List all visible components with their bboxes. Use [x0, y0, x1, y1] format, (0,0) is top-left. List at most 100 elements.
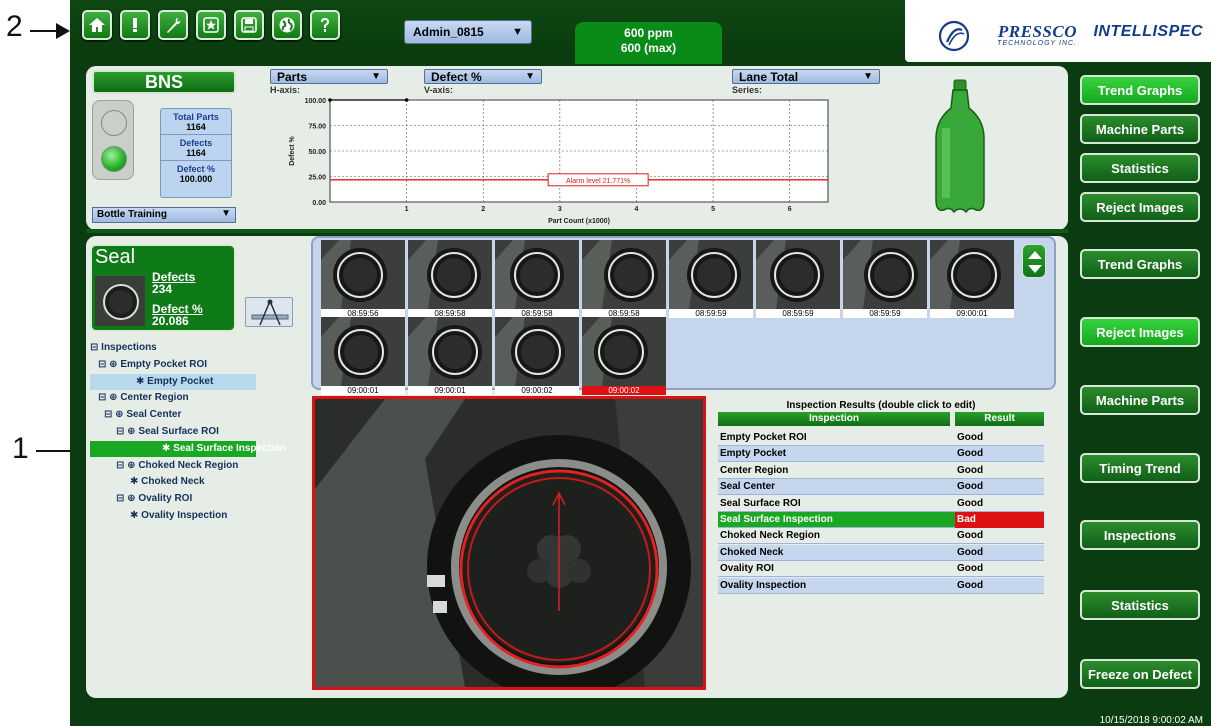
menu-timing-trend-button[interactable]: Timing Trend [1080, 453, 1200, 483]
callout-1: 1 [12, 432, 29, 465]
results-row[interactable]: Choked Neck Region Good [718, 528, 1044, 545]
results-result-cell: Good [957, 579, 984, 591]
inspection-star-icon: ✱ [136, 375, 148, 387]
training-dropdown-value: Bottle Training [97, 209, 167, 220]
callout-2-arrowhead [56, 23, 70, 39]
menu-reject-images-button[interactable]: Reject Images [1080, 317, 1200, 347]
menu-statistics-button[interactable]: Statistics [1080, 153, 1200, 183]
tree-item[interactable]: ⊟ ⊕ Seal Center [104, 407, 181, 423]
bottle-neck-image-icon [930, 240, 1014, 309]
menu-reject-images-button[interactable]: Reject Images [1080, 192, 1200, 222]
menu-freeze-on-defect-button[interactable]: Freeze on Defect [1080, 659, 1200, 689]
reject-thumbnail[interactable]: 08:59:59 [669, 240, 753, 318]
tree-item[interactable]: ✱ Choked Neck [130, 474, 205, 490]
results-inspection-cell: Empty Pocket [720, 448, 787, 460]
chart-y-tick-label: 100.00 [305, 98, 327, 105]
reject-thumbnail[interactable]: 09:00:02 [495, 317, 579, 395]
inspection-image[interactable] [312, 396, 706, 690]
bottle-neck-image-icon [582, 317, 666, 386]
tree-item-label: Empty Pocket ROI [120, 358, 208, 370]
series-dropdown[interactable]: Lane Total ▼ [732, 69, 880, 84]
reject-thumbnail[interactable]: 08:59:56 [321, 240, 405, 318]
reject-thumbnail[interactable]: 08:59:58 [495, 240, 579, 318]
bottle-neck-image-icon [321, 240, 405, 309]
tree-item-label: Seal Surface ROI [138, 426, 219, 437]
defect-pct-value: 100.000 [179, 174, 213, 184]
bns-stats: Total Parts 1164 Defects 1164 Defect % 1… [160, 108, 232, 198]
user-dropdown[interactable]: Admin_0815 ▼ [404, 20, 532, 44]
menu-statistics-button[interactable]: Statistics [1080, 590, 1200, 620]
star-icon [203, 17, 219, 33]
results-result-cell: Good [957, 481, 984, 493]
save-button[interactable] [234, 10, 264, 40]
reject-thumbnail[interactable]: 08:59:58 [582, 240, 666, 318]
results-row[interactable]: Ovality ROI Good [718, 561, 1044, 578]
results-row[interactable]: Seal Center Good [718, 479, 1044, 496]
chart-x-tick-label: 1 [405, 206, 409, 213]
status-timestamp: 10/15/2018 9:00:02 AM [1099, 715, 1203, 726]
chart-y-tick-label: 25.00 [308, 175, 326, 182]
results-row[interactable]: Ovality Inspection Good [718, 577, 1044, 594]
reject-thumbnail[interactable]: 09:00:01 [408, 317, 492, 395]
menu-machine-parts-button[interactable]: Machine Parts [1080, 114, 1200, 144]
tree-item[interactable]: ⊟ ⊕ Center Region [98, 390, 189, 406]
reject-thumbnail[interactable]: 08:59:59 [756, 240, 840, 318]
tree-item[interactable]: ⊟ ⊕ Choked Neck Region [116, 458, 238, 474]
user-dropdown-value: Admin_0815 [413, 25, 484, 39]
wrench-button[interactable] [158, 10, 188, 40]
callout-1-line [36, 450, 70, 452]
reject-thumbnail[interactable]: 08:59:58 [408, 240, 492, 318]
results-row[interactable]: Empty Pocket ROI Good [718, 430, 1044, 446]
seal-card[interactable]: Seal Defects 234 Defect % 20.086 [90, 244, 236, 332]
results-result-cell: Bad [955, 512, 1044, 528]
v-axis-dropdown[interactable]: Defect % ▼ [424, 69, 542, 84]
menu-trend-graphs-button[interactable]: Trend Graphs [1080, 249, 1200, 279]
results-result-cell: Good [957, 432, 984, 443]
menu-inspections-button[interactable]: Inspections [1080, 520, 1200, 550]
chart-x-tick-label: 6 [788, 206, 792, 213]
tree-item[interactable]: ⊟ ⊕ Ovality ROI [116, 491, 192, 507]
tree-item-label: Empty Pocket [147, 375, 214, 387]
setup-tool-button[interactable] [245, 297, 293, 327]
home-button[interactable] [82, 10, 112, 40]
menu-trend-graphs-button[interactable]: Trend Graphs [1080, 75, 1200, 105]
results-inspection-cell: Seal Surface Inspection [720, 514, 833, 525]
tree-item-label: Choked Neck [141, 476, 205, 488]
chart-x-tick-label: 4 [635, 206, 639, 213]
gallery-scroll-button[interactable] [1022, 244, 1046, 278]
results-result-cell: Good [957, 464, 984, 476]
chevron-down-icon: ▼ [863, 71, 873, 82]
reject-thumbnail[interactable]: 09:00:01 [321, 317, 405, 395]
globe-button[interactable] [272, 10, 302, 40]
reject-thumbnail[interactable]: 09:00:02 [582, 317, 666, 395]
tree-item[interactable]: ⊟ Inspections [90, 340, 157, 356]
results-row[interactable]: Seal Surface Inspection Bad [718, 512, 1044, 528]
tree-item[interactable]: ✱ Seal Surface Inspection [90, 440, 286, 457]
tree-item[interactable]: ✱ Ovality Inspection [130, 508, 227, 524]
training-dropdown[interactable]: Bottle Training ▼ [92, 207, 236, 223]
chart-x-axis-label: Part Count (x1000) [548, 218, 610, 225]
thumbnail-timestamp: 09:00:01 [321, 386, 405, 395]
results-title: Inspection Results (double click to edit… [786, 400, 976, 411]
seal-defect-pct-value: 20.086 [152, 314, 189, 328]
results-result-cell: Good [957, 530, 984, 542]
total-parts-value: 1164 [161, 122, 231, 135]
results-row[interactable]: Center Region Good [718, 463, 1044, 479]
results-row[interactable]: Empty Pocket Good [718, 446, 1044, 463]
alert-button[interactable] [120, 10, 150, 40]
reject-thumbnail[interactable]: 08:59:59 [843, 240, 927, 318]
results-row[interactable]: Choked Neck Good [718, 544, 1044, 561]
tree-node-icon: ⊟ [90, 342, 102, 353]
reject-thumbnail[interactable]: 09:00:01 [930, 240, 1014, 318]
star-button[interactable] [196, 10, 226, 40]
tree-item[interactable]: ⊟ ⊕ Empty Pocket ROI [98, 357, 207, 373]
tree-item[interactable]: ✱ Empty Pocket [90, 373, 256, 390]
bottle-neck-image-icon [669, 240, 753, 309]
results-row[interactable]: Seal Surface ROI Good [718, 496, 1044, 512]
menu-machine-parts-button[interactable]: Machine Parts [1080, 385, 1200, 415]
seal-inspection-image [315, 399, 703, 687]
help-button[interactable] [310, 10, 340, 40]
pressco-subtitle: TECHNOLOGY INC. [997, 40, 1077, 47]
h-axis-dropdown[interactable]: Parts ▼ [270, 69, 388, 84]
tree-item[interactable]: ⊟ ⊕ Seal Surface ROI [116, 424, 219, 440]
